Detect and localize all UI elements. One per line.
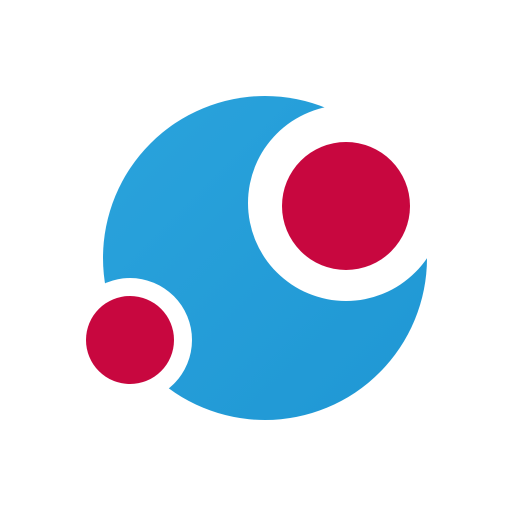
large-red-dot [282,142,410,270]
logo-canvas [0,0,512,512]
small-red-dot [86,296,174,384]
bubbles-logo-icon [68,96,444,420]
